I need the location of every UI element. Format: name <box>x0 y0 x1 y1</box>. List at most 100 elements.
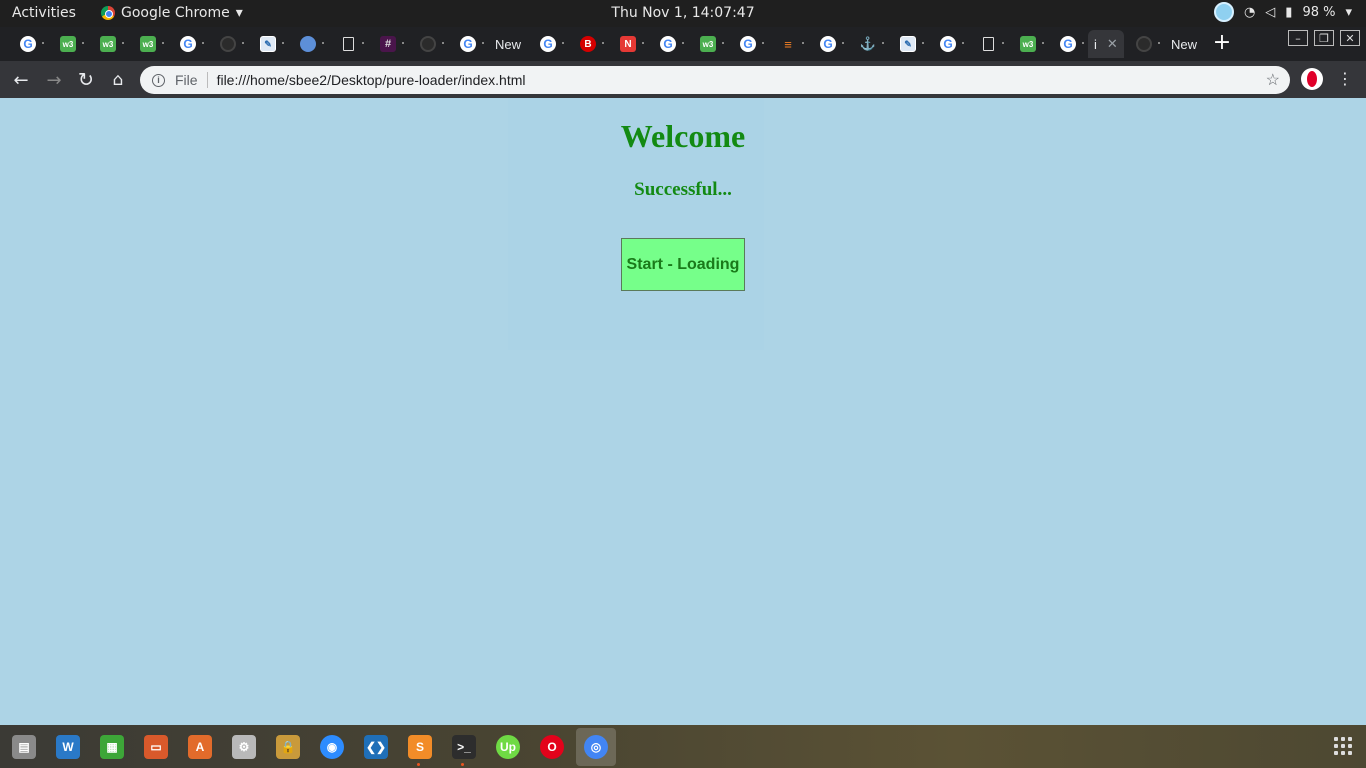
browser-tab[interactable]: ✎ <box>888 30 928 58</box>
tab-separator <box>82 42 84 44</box>
writer-icon: W <box>56 735 80 759</box>
opera-extension-icon[interactable] <box>1301 68 1323 90</box>
w3schools-icon: w3 <box>100 36 116 52</box>
browser-tab[interactable]: G <box>928 30 968 58</box>
tab-separator <box>362 42 364 44</box>
forward-button[interactable]: → <box>41 67 67 93</box>
browser-tab[interactable]: # <box>368 30 408 58</box>
browser-tab[interactable] <box>1124 30 1164 58</box>
browser-tab[interactable]: ✎ <box>248 30 288 58</box>
dock-item[interactable]: ⚙ <box>224 728 264 766</box>
browser-tab[interactable]: G <box>448 30 488 58</box>
system-top-bar: Activities Google Chrome ▾ Thu Nov 1, 14… <box>0 0 1366 27</box>
zoom-icon: ◉ <box>320 735 344 759</box>
dock-item[interactable]: ▤ <box>4 728 44 766</box>
running-indicator <box>461 763 464 766</box>
info-icon[interactable]: i <box>152 73 165 87</box>
browser-tab[interactable]: w3 <box>1008 30 1048 58</box>
browser-tab[interactable]: New <box>1164 30 1204 58</box>
browser-tab[interactable]: w3 <box>88 30 128 58</box>
browser-tab[interactable]: G <box>1048 30 1088 58</box>
google-icon: G <box>820 36 836 52</box>
dock-item[interactable]: 🔒 <box>268 728 308 766</box>
browser-tab[interactable] <box>408 30 448 58</box>
document-icon <box>982 37 994 51</box>
new-tab-button[interactable]: + <box>1208 30 1236 58</box>
tab-separator <box>402 42 404 44</box>
divider <box>206 72 208 88</box>
minimize-button[interactable]: – <box>1288 30 1308 46</box>
browser-tab[interactable]: w3 <box>128 30 168 58</box>
browser-tab[interactable]: G <box>8 30 48 58</box>
activities-button[interactable]: Activities <box>12 5 76 21</box>
browser-tab[interactable] <box>208 30 248 58</box>
tab-separator <box>1082 42 1084 44</box>
dock-items: ▤ W ▦ ▭ A ⚙ 🔒 ◉ ❮❯ S >_ Up O ◎ <box>4 728 616 766</box>
dock-item[interactable]: W <box>48 728 88 766</box>
opera-icon: O <box>540 735 564 759</box>
url-text[interactable]: file:///home/sbee2/Desktop/pure-loader/i… <box>217 72 526 88</box>
dock-item[interactable]: O <box>532 728 572 766</box>
browser-tab[interactable] <box>968 30 1008 58</box>
dock-item[interactable]: S <box>400 728 440 766</box>
tab-title: i <box>1094 36 1097 52</box>
impress-icon: ▭ <box>144 735 168 759</box>
browser-tab[interactable]: G <box>648 30 688 58</box>
browser-tab[interactable]: G <box>808 30 848 58</box>
chrome-icon: ◎ <box>584 735 608 759</box>
star-icon[interactable]: ☆ <box>1266 70 1280 90</box>
home-button[interactable]: ⌂ <box>105 67 131 93</box>
browser-tab[interactable]: G <box>168 30 208 58</box>
browser-tab[interactable]: ⚓ <box>848 30 888 58</box>
browser-tab[interactable]: G <box>728 30 768 58</box>
restore-button[interactable]: ❐ <box>1314 30 1334 46</box>
start-loading-button[interactable]: Start - Loading <box>621 238 745 291</box>
dock-item[interactable]: A <box>180 728 220 766</box>
close-window-button[interactable]: ✕ <box>1340 30 1360 46</box>
lock-icon: 🔒 <box>276 735 300 759</box>
stackoverflow-icon: ≡ <box>784 36 792 52</box>
close-icon[interactable]: ✕ <box>1107 37 1118 52</box>
google-icon: G <box>540 36 556 52</box>
back-button[interactable]: ← <box>8 67 34 93</box>
tab-separator <box>602 42 604 44</box>
image-icon: ✎ <box>900 36 916 52</box>
dock-item[interactable]: Up <box>488 728 528 766</box>
dock-item[interactable]: ◉ <box>312 728 352 766</box>
globe-icon <box>300 36 316 52</box>
chevron-down-icon: ▾ <box>1345 4 1352 20</box>
browser-tab[interactable]: w3 <box>48 30 88 58</box>
tab-separator <box>922 42 924 44</box>
dock-item[interactable]: ◎ <box>576 728 616 766</box>
browser-tab[interactable]: N <box>608 30 648 58</box>
menu-icon[interactable]: ⋮ <box>1336 69 1354 91</box>
dock-item[interactable]: ▦ <box>92 728 132 766</box>
app-menu[interactable]: Google Chrome ▾ <box>101 5 243 21</box>
app-name: Google Chrome <box>121 5 230 21</box>
dock-item[interactable]: ▭ <box>136 728 176 766</box>
anchor-icon: ⚓ <box>859 36 877 51</box>
system-tray[interactable]: ◔ ◁ ▮ 98 % ▾ <box>1213 2 1352 22</box>
dock-item[interactable]: >_ <box>444 728 484 766</box>
browser-tab[interactable]: New <box>488 30 528 58</box>
browser-tab[interactable]: B <box>568 30 608 58</box>
active-tab[interactable]: i ✕ <box>1088 30 1124 58</box>
dock-item[interactable]: ❮❯ <box>356 728 396 766</box>
show-applications-icon[interactable] <box>1334 737 1352 755</box>
browser-tab[interactable] <box>288 30 328 58</box>
browser-tab[interactable]: ≡ <box>768 30 808 58</box>
browser-tab[interactable]: G <box>528 30 568 58</box>
w3schools-icon: w3 <box>140 36 156 52</box>
terminal-icon: >_ <box>452 735 476 759</box>
tab-separator <box>322 42 324 44</box>
skype-icon[interactable] <box>1213 2 1234 22</box>
image-icon: ✎ <box>260 36 276 52</box>
address-bar[interactable]: i File file:///home/sbee2/Desktop/pure-l… <box>140 66 1290 94</box>
w3schools-icon: w3 <box>60 36 76 52</box>
browser-tab[interactable] <box>328 30 368 58</box>
tab-separator <box>1002 42 1004 44</box>
window-controls: – ❐ ✕ <box>1288 30 1360 46</box>
volume-icon: ◁ <box>1265 4 1276 20</box>
reload-button[interactable]: ↻ <box>73 67 99 93</box>
browser-tab[interactable]: w3 <box>688 30 728 58</box>
